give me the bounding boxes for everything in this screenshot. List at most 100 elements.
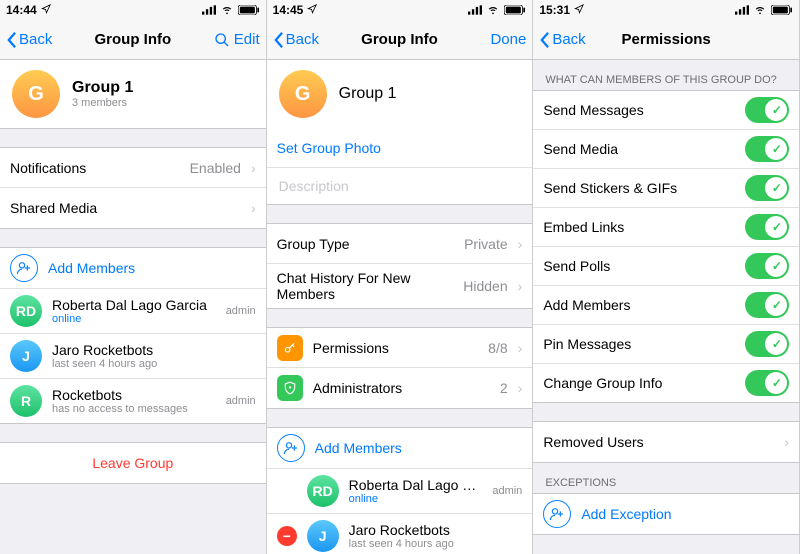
toggle[interactable]: ✓ [745, 175, 789, 201]
group-type-cell[interactable]: Group Type Private › [267, 224, 533, 264]
done-button[interactable]: Done [490, 31, 526, 48]
notifications-value: Enabled [190, 160, 241, 176]
leave-group-label: Leave Group [92, 455, 173, 471]
key-icon [277, 335, 303, 361]
member-status: online [52, 313, 216, 325]
member-status: online [349, 493, 483, 505]
permissions-label: Permissions [313, 340, 479, 356]
member-row[interactable]: J Jaro Rocketbots last seen 4 hours ago [0, 334, 266, 379]
removed-users-label: Removed Users [543, 434, 774, 450]
member-status: has no access to messages [52, 403, 216, 415]
toggle[interactable]: ✓ [745, 214, 789, 240]
perm-embed-links: Embed Links ✓ [533, 208, 799, 247]
member-status: last seen 4 hours ago [349, 538, 523, 550]
toggle[interactable]: ✓ [745, 97, 789, 123]
group-name-input[interactable]: Group 1 [339, 85, 521, 103]
screen-group-info-view: 14:44 Back Group Info [0, 0, 267, 554]
toggle[interactable]: ✓ [745, 292, 789, 318]
group-profile[interactable]: G Group 1 3 members [0, 60, 266, 128]
nav-action-label: Edit [234, 31, 260, 48]
administrators-cell[interactable]: Administrators 2 › [267, 368, 533, 408]
chevron-right-icon: › [518, 278, 523, 294]
member-name: Rocketbots [52, 387, 216, 403]
add-exception-label: Add Exception [581, 506, 671, 522]
chevron-right-icon: › [518, 236, 523, 252]
wifi-icon [486, 5, 500, 15]
perm-label: Change Group Info [543, 375, 735, 391]
toggle[interactable]: ✓ [745, 136, 789, 162]
add-members-label: Add Members [48, 260, 135, 276]
remove-member-button[interactable]: − [277, 526, 297, 546]
battery-icon [238, 5, 260, 15]
back-label: Back [19, 31, 52, 48]
location-icon [574, 3, 584, 17]
removed-users-cell[interactable]: Removed Users › [533, 422, 799, 462]
perm-change-group-info: Change Group Info ✓ [533, 364, 799, 402]
member-status: last seen 4 hours ago [52, 358, 256, 370]
battery-icon [504, 5, 526, 15]
nav-bar: Back Group Info Edit [0, 20, 266, 60]
nav-bar: Back Permissions [533, 20, 799, 60]
chat-history-cell[interactable]: Chat History For New Members Hidden › [267, 264, 533, 308]
add-members-button[interactable]: Add Members [0, 248, 266, 289]
member-badge: admin [226, 395, 256, 407]
wifi-icon [220, 5, 234, 15]
member-name: Jaro Rocketbots [349, 522, 523, 538]
member-row[interactable]: R Rocketbots has no access to messages a… [0, 379, 266, 423]
notifications-cell[interactable]: Notifications Enabled › [0, 148, 266, 188]
chevron-right-icon: › [518, 380, 523, 396]
edit-button[interactable]: Edit [214, 31, 260, 48]
description-input[interactable]: Description [267, 168, 533, 204]
perm-label: Pin Messages [543, 336, 735, 352]
chevron-right-icon: › [251, 200, 256, 216]
nav-title: Permissions [622, 31, 711, 48]
member-badge: admin [492, 485, 522, 497]
cell-signal-icon [468, 5, 482, 15]
toggle[interactable]: ✓ [745, 370, 789, 396]
add-icon [10, 254, 38, 282]
member-avatar: RD [307, 475, 339, 507]
set-group-photo-button[interactable]: Set Group Photo [267, 128, 533, 168]
toggle[interactable]: ✓ [745, 331, 789, 357]
screen-group-info-edit: 14:45 Back Group Info Done G [267, 0, 534, 554]
back-button[interactable]: Back [6, 31, 52, 49]
section-header: Exceptions [533, 463, 799, 493]
search-icon [214, 32, 230, 48]
group-avatar[interactable]: G [279, 70, 327, 118]
status-time: 14:44 [6, 3, 37, 17]
perm-label: Send Media [543, 141, 735, 157]
status-bar: 15:31 [533, 0, 799, 20]
administrators-value: 2 [500, 380, 508, 396]
leave-group-button[interactable]: Leave Group [0, 443, 266, 483]
perm-label: Send Stickers & GIFs [543, 180, 735, 196]
member-badge: admin [226, 305, 256, 317]
member-row[interactable]: RD Roberta Dal Lago Garcia online admin [0, 289, 266, 334]
permissions-value: 8/8 [488, 340, 507, 356]
chat-history-label: Chat History For New Members [277, 270, 454, 302]
shield-icon [277, 375, 303, 401]
add-exception-button[interactable]: Add Exception [533, 494, 799, 534]
nav-bar: Back Group Info Done [267, 20, 533, 60]
status-bar: 14:45 [267, 0, 533, 20]
member-row[interactable]: RD Roberta Dal Lago Garcia online admin [267, 469, 533, 514]
permissions-cell[interactable]: Permissions 8/8 › [267, 328, 533, 368]
back-button[interactable]: Back [273, 31, 319, 49]
status-time: 15:31 [539, 3, 570, 17]
add-icon [277, 434, 305, 462]
add-icon [543, 500, 571, 528]
member-row[interactable]: − J Jaro Rocketbots last seen 4 hours ag… [267, 514, 533, 554]
notifications-label: Notifications [10, 160, 180, 176]
back-label: Back [552, 31, 585, 48]
perm-add-members: Add Members ✓ [533, 286, 799, 325]
battery-icon [771, 5, 793, 15]
shared-media-cell[interactable]: Shared Media › [0, 188, 266, 228]
back-button[interactable]: Back [539, 31, 585, 49]
toggle[interactable]: ✓ [745, 253, 789, 279]
location-icon [307, 3, 317, 17]
administrators-label: Administrators [313, 380, 490, 396]
chevron-right-icon: › [784, 434, 789, 450]
group-name: Group 1 [72, 79, 254, 97]
add-members-button[interactable]: Add Members [267, 428, 533, 469]
member-avatar: R [10, 385, 42, 417]
member-name: Roberta Dal Lago Garcia [52, 297, 216, 313]
